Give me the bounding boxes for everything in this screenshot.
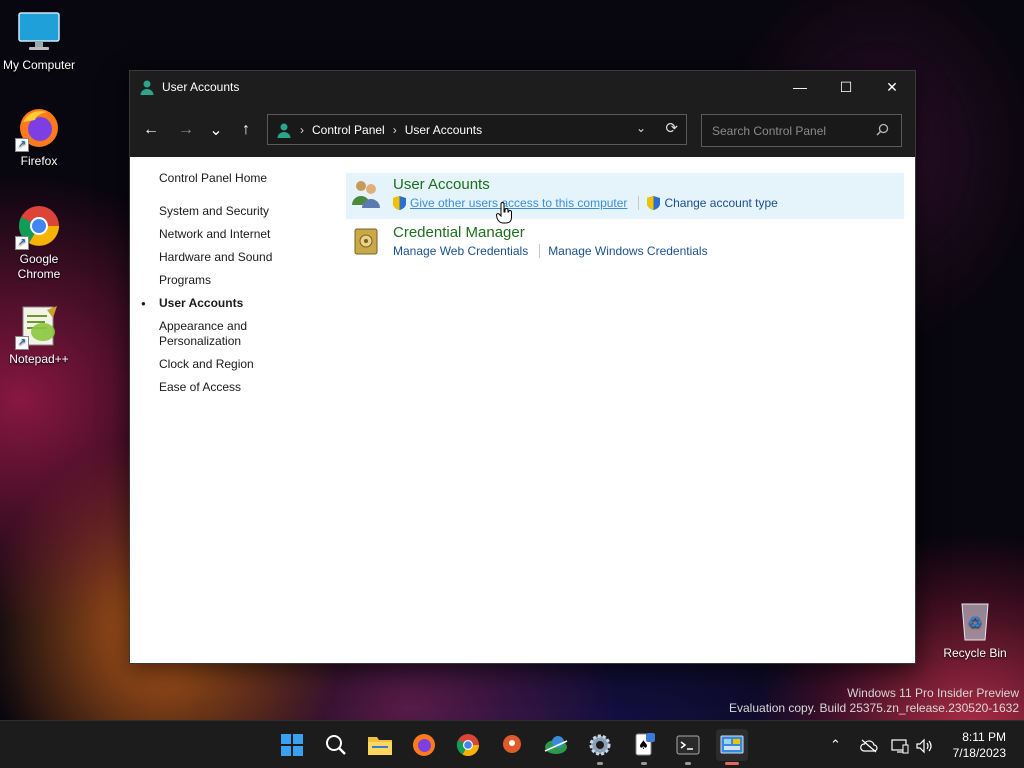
refresh-icon[interactable]: ⟳ (665, 119, 678, 137)
desktop-icon-firefox[interactable]: ↗ Firefox (1, 106, 77, 169)
category-credential-manager[interactable]: Credential Manager Manage Web Credential… (346, 221, 904, 267)
category-user-accounts[interactable]: User Accounts Give other users access to… (346, 173, 904, 219)
shortcut-arrow-icon: ↗ (15, 236, 29, 250)
running-indicator (641, 762, 647, 765)
watermark-build: Evaluation copy. Build 25375.zn_release.… (729, 701, 1019, 715)
title-bar[interactable]: User Accounts — ☐ ✕ (130, 71, 915, 103)
window-title: User Accounts (162, 80, 240, 94)
globe-network-icon[interactable] (540, 729, 572, 761)
desktop-icon-notepad-plus-plus[interactable]: ↗ Notepad++ (1, 304, 77, 367)
desktop-icon-label: Recycle Bin (943, 646, 1007, 660)
back-button[interactable]: ← (136, 115, 166, 145)
clock-time: 8:11 PM (962, 730, 1006, 744)
users-icon (350, 177, 382, 209)
give-access-link[interactable]: Give other users access to this computer (410, 196, 627, 210)
breadcrumb-user-accounts[interactable]: User Accounts (405, 123, 482, 137)
desktop-icon-label: Firefox (20, 154, 58, 168)
running-indicator (597, 762, 603, 765)
terminal-icon[interactable] (672, 729, 704, 765)
search-icon[interactable] (876, 123, 889, 139)
chrome-icon[interactable] (452, 729, 484, 761)
search-input[interactable] (710, 122, 874, 139)
chevron-up-icon[interactable]: ⌃ (830, 721, 841, 768)
category-title[interactable]: User Accounts (393, 176, 490, 193)
sidebar-item-clock-and-region[interactable]: Clock and Region (159, 357, 339, 372)
sidebar-item-system-and-security[interactable]: System and Security (159, 204, 339, 219)
vault-icon (350, 225, 382, 257)
network-icon[interactable] (891, 721, 909, 768)
solitaire-icon[interactable]: ♠ (628, 729, 660, 765)
sidebar-item-appearance-and-personalization[interactable]: Appearance and Personalization (159, 319, 269, 349)
desktop-icon-my-computer[interactable]: My Computer (1, 10, 77, 73)
user-accounts-window: User Accounts — ☐ ✕ ← → ⌄ ↑ › Control Pa… (129, 70, 916, 664)
sidebar: Control Panel Home System and Security N… (141, 171, 339, 403)
manage-windows-credentials-link[interactable]: Manage Windows Credentials (548, 244, 707, 258)
uac-shield-icon (647, 196, 661, 210)
control-panel-content: Control Panel Home System and Security N… (130, 157, 915, 663)
uac-shield-icon (393, 196, 406, 210)
sidebar-item-network-and-internet[interactable]: Network and Internet (159, 227, 339, 242)
users-icon (139, 79, 155, 95)
manage-web-credentials-link[interactable]: Manage Web Credentials (393, 244, 528, 258)
recycle-bin-icon: ♻ (953, 598, 997, 642)
hand-cursor-icon (495, 202, 512, 227)
sidebar-item-user-accounts[interactable]: User Accounts (141, 296, 339, 311)
sidebar-item-hardware-and-sound[interactable]: Hardware and Sound (159, 250, 339, 265)
desktop-icon-label: Notepad++ (9, 352, 69, 366)
settings-gear-icon[interactable] (584, 729, 616, 765)
forward-button[interactable]: → (171, 115, 201, 145)
start-icon[interactable] (276, 729, 308, 761)
desktop-icon-google-chrome[interactable]: ↗ Google Chrome (1, 204, 77, 282)
chevron-right-icon: › (392, 122, 397, 137)
chrome-icon: ↗ (15, 204, 61, 250)
shortcut-arrow-icon: ↗ (15, 336, 29, 350)
os-watermark: Windows 11 Pro Insider Preview Evaluatio… (729, 686, 1019, 716)
map-pin-icon[interactable] (496, 729, 528, 761)
system-clock[interactable]: 8:11 PM 7/18/2023 (953, 729, 1006, 761)
navigation-toolbar: ← → ⌄ ↑ › Control Panel › User Accounts … (130, 103, 915, 157)
breadcrumb-control-panel[interactable]: Control Panel (312, 123, 385, 137)
shortcut-arrow-icon: ↗ (15, 138, 29, 152)
taskbar: ♠ ⌃ 8:11 PM 7/18/2023 (0, 720, 1024, 768)
active-indicator (725, 762, 739, 765)
up-button[interactable]: ↑ (231, 115, 261, 145)
watermark-edition: Windows 11 Pro Insider Preview (847, 686, 1019, 700)
users-icon (276, 122, 292, 138)
chevron-right-icon: › (300, 122, 304, 137)
recent-locations-button[interactable]: ⌄ (201, 115, 231, 145)
notepad-plus-plus-icon: ↗ (15, 304, 61, 350)
address-bar[interactable]: › Control Panel › User Accounts ⌄ ⟳ (267, 114, 687, 145)
firefox-icon[interactable] (408, 729, 440, 761)
firefox-icon: ↗ (15, 106, 61, 152)
clock-date: 7/18/2023 (952, 746, 1006, 760)
sidebar-item-control-panel-home[interactable]: Control Panel Home (159, 171, 339, 186)
maximize-button[interactable]: ☐ (823, 71, 869, 103)
control-panel-icon[interactable] (716, 729, 748, 765)
desktop-icon-recycle-bin[interactable]: ♻ Recycle Bin (937, 598, 1013, 661)
desktop-icon-label: Google Chrome (17, 252, 61, 281)
search-box[interactable] (701, 114, 902, 147)
file-explorer-icon[interactable] (364, 729, 396, 761)
cloud-offline-icon[interactable] (860, 721, 878, 768)
change-account-type-link[interactable]: Change account type (664, 196, 777, 210)
sidebar-item-programs[interactable]: Programs (159, 273, 339, 288)
close-button[interactable]: ✕ (869, 71, 915, 103)
desktop-icon-label: My Computer (2, 58, 76, 72)
category-links: Manage Web Credentials Manage Windows Cr… (393, 244, 708, 258)
chevron-down-icon[interactable]: ⌄ (636, 121, 646, 135)
running-indicator (685, 762, 691, 765)
monitor-icon (17, 10, 61, 54)
link-separator (539, 244, 541, 258)
search-icon[interactable] (320, 729, 352, 761)
volume-icon[interactable] (915, 721, 933, 768)
category-links: Give other users access to this computer… (393, 196, 778, 210)
svg-text:♻: ♻ (968, 613, 982, 632)
link-separator (638, 196, 640, 210)
sidebar-item-ease-of-access[interactable]: Ease of Access (159, 380, 339, 395)
minimize-button[interactable]: — (777, 71, 823, 103)
